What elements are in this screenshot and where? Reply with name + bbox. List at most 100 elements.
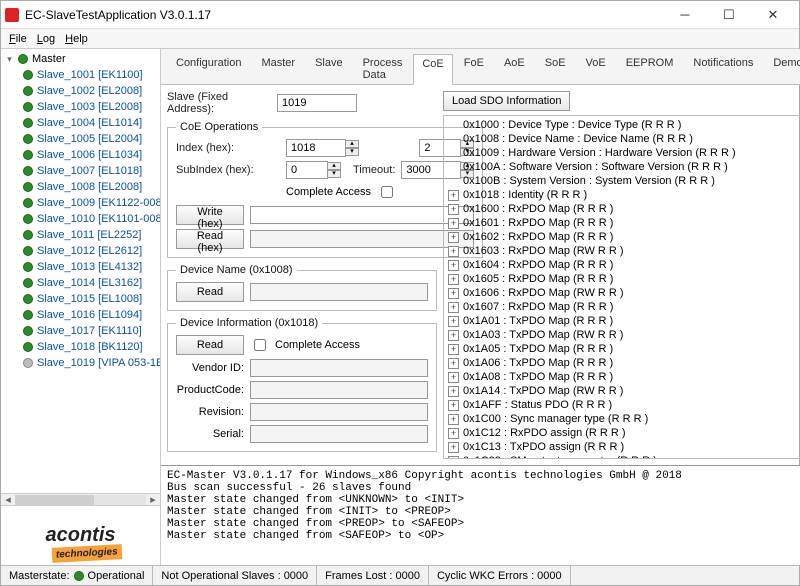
tab-coe[interactable]: CoE [413,54,452,85]
sdo-item[interactable]: +0x1601 : RxPDO Map (R R R ) [448,216,800,230]
sdo-item[interactable]: +0x1600 : RxPDO Map (R R R ) [448,202,800,216]
device-name-read-button[interactable]: Read [176,282,244,302]
sdo-item[interactable]: +0x1604 : RxPDO Map (R R R ) [448,258,800,272]
tree-item[interactable]: Slave_1007 [EL1018] [5,163,158,179]
tab-configuration[interactable]: Configuration [167,53,250,84]
sdo-item[interactable]: +0x1C00 : Sync manager type (R R R ) [448,412,800,426]
read-hex-button[interactable]: Read (hex) [176,229,244,249]
expand-icon[interactable]: + [448,288,459,299]
sdo-item[interactable]: +0x1A03 : TxPDO Map (RW R R ) [448,328,800,342]
tab-eeprom[interactable]: EEPROM [617,53,683,84]
index-input[interactable] [286,139,346,157]
tree-item[interactable]: Slave_1013 [EL4132] [5,259,158,275]
sdo-item[interactable]: 0x100B : System Version : System Version… [448,174,800,188]
sdo-item[interactable]: +0x1605 : RxPDO Map (R R R ) [448,272,800,286]
sdo-item[interactable]: +0x1606 : RxPDO Map (RW R R ) [448,286,800,300]
tab-master[interactable]: Master [252,53,304,84]
tree-item[interactable]: Slave_1009 [EK1122-0080] [5,195,158,211]
tree-item[interactable]: Slave_1017 [EK1110] [5,323,158,339]
sdo-item[interactable]: +0x1602 : RxPDO Map (R R R ) [448,230,800,244]
sdo-item[interactable]: +0x1A14 : TxPDO Map (RW R R ) [448,384,800,398]
tree-item[interactable]: Slave_1011 [EL2252] [5,227,158,243]
sdo-item[interactable]: +0x1C32 : SM output parameter (R R R ) [448,454,800,458]
device-info-complete-access-checkbox[interactable] [254,339,266,351]
menu-file[interactable]: File [9,33,27,45]
tab-aoe[interactable]: AoE [495,53,534,84]
tree-item[interactable]: Slave_1012 [EL2612] [5,243,158,259]
sdo-item[interactable]: +0x1A01 : TxPDO Map (R R R ) [448,314,800,328]
sdo-item[interactable]: +0x1C13 : TxPDO assign (R R R ) [448,440,800,454]
sdo-item[interactable]: 0x1008 : Device Name : Device Name (R R … [448,132,800,146]
expand-icon[interactable]: + [448,344,459,355]
log-console[interactable]: EC-Master V3.0.1.17 for Windows_x86 Copy… [161,465,800,565]
tree-item[interactable]: Slave_1006 [EL1034] [5,147,158,163]
tree-item[interactable]: Slave_1002 [EL2008] [5,83,158,99]
expand-icon[interactable]: + [448,218,459,229]
device-info-read-button[interactable]: Read [176,335,244,355]
expand-icon[interactable]: + [448,442,459,453]
spin-up-icon[interactable]: ▴ [345,140,359,148]
complete-access-checkbox[interactable] [381,186,393,198]
tree-root[interactable]: ▾Master [5,51,158,67]
expand-icon[interactable]: + [448,232,459,243]
sdo-item[interactable]: 0x1009 : Hardware Version : Hardware Ver… [448,146,800,160]
tree-h-scrollbar[interactable]: ◂ ▸ [1,493,160,505]
sdo-item[interactable]: 0x100A : Software Version : Software Ver… [448,160,800,174]
expand-icon[interactable]: + [448,246,459,257]
tab-notifications[interactable]: Notifications [684,53,762,84]
tab-process-data[interactable]: Process Data [354,53,412,84]
tree-item[interactable]: Slave_1008 [EL2008] [5,179,158,195]
tree-item[interactable]: Slave_1015 [EL1008] [5,291,158,307]
expand-icon[interactable]: + [448,190,459,201]
tab-voe[interactable]: VoE [577,53,615,84]
expand-icon[interactable]: + [448,400,459,411]
tab-demomotion[interactable]: DemoMotion [764,53,800,84]
sdo-item[interactable]: +0x1A05 : TxPDO Map (R R R ) [448,342,800,356]
expand-icon[interactable]: + [448,260,459,271]
tree-item[interactable]: Slave_1016 [EL1094] [5,307,158,323]
sdo-item[interactable]: +0x1603 : RxPDO Map (RW R R ) [448,244,800,258]
sdo-item[interactable]: +0x1AFF : Status PDO (R R R ) [448,398,800,412]
tree-item[interactable]: Slave_1005 [EL2004] [5,131,158,147]
menu-log[interactable]: Log [37,33,55,45]
sdo-item[interactable]: +0x1A06 : TxPDO Map (R R R ) [448,356,800,370]
maximize-button[interactable]: ☐ [707,3,751,27]
minimize-button[interactable]: ─ [663,3,707,27]
sdo-item[interactable]: +0x1018 : Identity (R R R ) [448,188,800,202]
write-hex-input[interactable] [250,206,474,224]
tree-item[interactable]: Slave_1019 [VIPA 053-1EC [5,355,158,371]
tab-foe[interactable]: FoE [455,53,493,84]
subindex-input[interactable] [286,161,328,179]
fixed-address-input[interactable] [277,94,357,112]
close-button[interactable]: ✕ [751,3,795,27]
tab-slave[interactable]: Slave [306,53,352,84]
expand-icon[interactable]: + [448,274,459,285]
expand-icon[interactable]: + [448,358,459,369]
expand-icon[interactable]: + [448,204,459,215]
expand-icon[interactable]: + [448,386,459,397]
expand-icon[interactable]: + [448,316,459,327]
tree-item[interactable]: Slave_1004 [EL1014] [5,115,158,131]
expand-icon[interactable]: + [448,372,459,383]
expand-icon[interactable]: + [448,414,459,425]
tree-item[interactable]: Slave_1010 [EK1101-0080] [5,211,158,227]
tab-soe[interactable]: SoE [536,53,575,84]
tree-item[interactable]: Slave_1001 [EK1100] [5,67,158,83]
expand-icon[interactable]: + [448,302,459,313]
sdo-item[interactable]: 0x1000 : Device Type : Device Type (R R … [448,118,800,132]
write-hex-button[interactable]: Write (hex) [176,205,244,225]
expand-icon[interactable]: + [448,456,459,459]
expand-icon[interactable]: + [448,428,459,439]
expand-icon[interactable]: + [448,330,459,341]
menu-help[interactable]: Help [65,33,88,45]
sdo-item[interactable]: +0x1A08 : TxPDO Map (R R R ) [448,370,800,384]
load-sdo-button[interactable]: Load SDO Information [443,91,570,111]
slave-tree[interactable]: ▾MasterSlave_1001 [EK1100]Slave_1002 [EL… [1,49,160,493]
tree-item[interactable]: Slave_1003 [EL2008] [5,99,158,115]
sdo-item[interactable]: +0x1C12 : RxPDO assign (R R R ) [448,426,800,440]
spin-down-icon[interactable]: ▾ [345,148,359,156]
tree-item[interactable]: Slave_1014 [EL3162] [5,275,158,291]
sdo-tree[interactable]: 0x1000 : Device Type : Device Type (R R … [444,116,800,458]
tree-item[interactable]: Slave_1018 [BK1120] [5,339,158,355]
sdo-item[interactable]: +0x1607 : RxPDO Map (R R R ) [448,300,800,314]
